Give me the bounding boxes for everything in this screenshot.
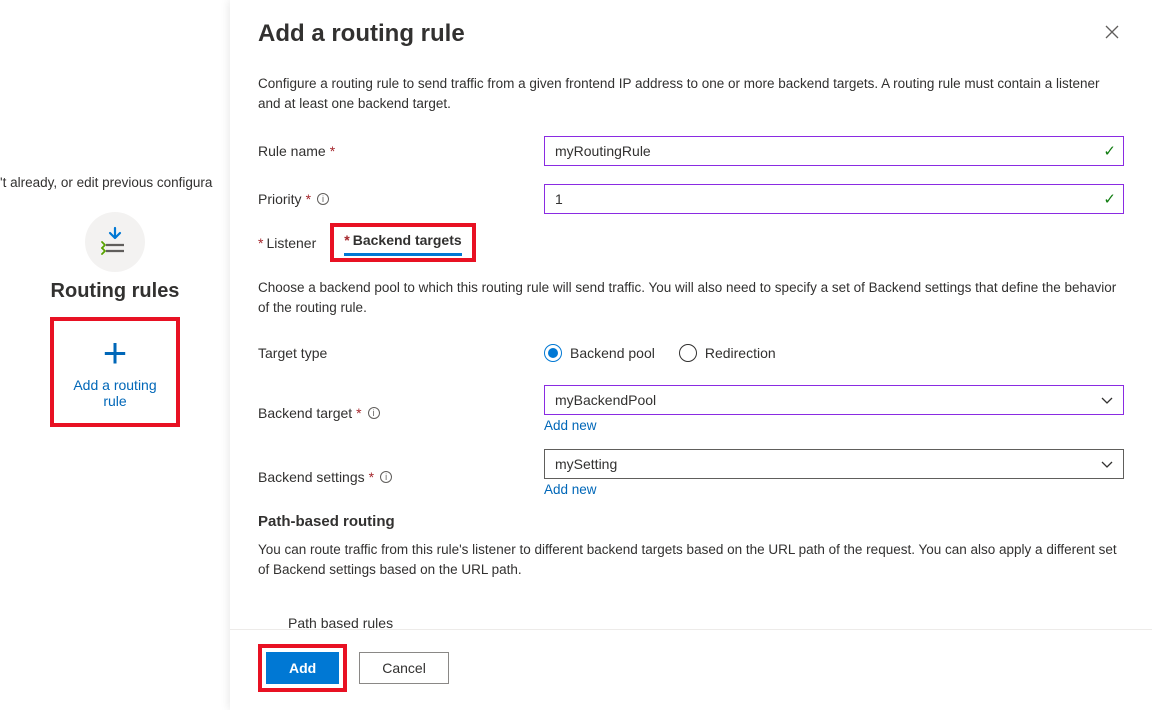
- required-asterisk: *: [369, 469, 374, 485]
- tab-listener[interactable]: * Listener: [258, 230, 316, 256]
- radio-icon-selected: [544, 344, 562, 362]
- backend-settings-label: Backend settings: [258, 469, 365, 485]
- required-asterisk: *: [344, 232, 349, 248]
- add-button[interactable]: Add: [266, 652, 339, 684]
- radio-backend-pool[interactable]: Backend pool: [544, 344, 655, 362]
- chevron-down-icon: [1101, 392, 1113, 408]
- info-icon[interactable]: i: [380, 471, 392, 483]
- info-icon[interactable]: i: [368, 407, 380, 419]
- routing-rules-icon: [85, 212, 145, 272]
- rule-name-label: Rule name: [258, 143, 326, 159]
- add-routing-rule-panel: Add a routing rule Configure a routing r…: [230, 0, 1152, 710]
- left-background-panel: 't already, or edit previous configura R…: [0, 0, 230, 427]
- chevron-down-icon: [1101, 456, 1113, 472]
- required-asterisk: *: [258, 235, 263, 251]
- plus-icon: +: [62, 335, 168, 371]
- rule-name-input[interactable]: [544, 136, 1124, 166]
- info-icon[interactable]: i: [317, 193, 329, 205]
- path-based-rules-title: Path based rules: [288, 615, 1124, 629]
- cancel-button[interactable]: Cancel: [359, 652, 449, 684]
- add-routing-rule-card[interactable]: + Add a routing rule: [50, 317, 180, 427]
- backend-target-select[interactable]: myBackendPool: [544, 385, 1124, 415]
- target-type-label: Target type: [258, 345, 327, 361]
- add-new-backend-settings-link[interactable]: Add new: [544, 482, 1124, 497]
- priority-input[interactable]: [544, 184, 1124, 214]
- radio-icon: [679, 344, 697, 362]
- tab-description: Choose a backend pool to which this rout…: [258, 278, 1124, 317]
- highlight-add-button: Add: [258, 644, 347, 692]
- panel-body: Add a routing rule Configure a routing r…: [230, 0, 1152, 629]
- priority-label: Priority: [258, 191, 302, 207]
- required-asterisk: *: [330, 143, 335, 159]
- tab-backend-targets[interactable]: * Backend targets: [344, 227, 461, 256]
- add-new-backend-target-link[interactable]: Add new: [544, 418, 1124, 433]
- routing-rules-heading: Routing rules: [0, 280, 230, 303]
- backend-settings-select[interactable]: mySetting: [544, 449, 1124, 479]
- required-asterisk: *: [356, 405, 361, 421]
- close-icon[interactable]: [1100, 20, 1124, 47]
- required-asterisk: *: [306, 191, 311, 207]
- add-routing-rule-label: Add a routing rule: [62, 377, 168, 409]
- path-based-description: You can route traffic from this rule's l…: [258, 540, 1124, 579]
- path-based-routing-heading: Path-based routing: [258, 513, 1124, 530]
- panel-footer: Add Cancel: [230, 629, 1152, 710]
- highlight-backend-targets-tab: * Backend targets: [330, 223, 475, 262]
- backend-target-label: Backend target: [258, 405, 352, 421]
- path-based-rules-table: Path based rules Path Target name Backen…: [258, 615, 1124, 629]
- radio-redirection[interactable]: Redirection: [679, 344, 776, 362]
- routing-icon: [98, 225, 132, 259]
- background-hint-text: 't already, or edit previous configura: [0, 175, 230, 190]
- panel-title: Add a routing rule: [258, 20, 465, 48]
- panel-description: Configure a routing rule to send traffic…: [258, 74, 1124, 113]
